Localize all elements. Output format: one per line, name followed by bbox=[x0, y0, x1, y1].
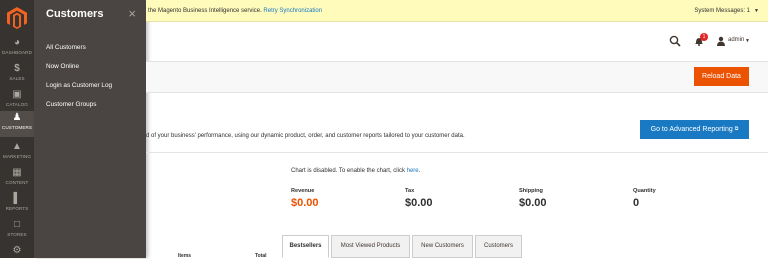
nav-item-reports[interactable]: ▌ REPORTS bbox=[0, 192, 34, 218]
bar-chart-icon: ▌ bbox=[13, 193, 21, 204]
notice-text: the Magento Business Intelligence servic… bbox=[148, 8, 262, 14]
layout-icon: ▦ bbox=[12, 167, 22, 178]
nav-item-customers[interactable]: ♟ CUSTOMERS bbox=[0, 111, 34, 137]
chevron-down-icon[interactable]: ▼ bbox=[754, 0, 759, 22]
notification-count-badge: 1 bbox=[700, 33, 708, 41]
nav-label: SALES bbox=[9, 76, 25, 81]
totals-value: $0.00 bbox=[291, 197, 319, 209]
tab-new-customers[interactable]: New Customers bbox=[412, 235, 473, 258]
totals-value: $0.00 bbox=[405, 197, 433, 209]
tab-most-viewed-products[interactable]: Most Viewed Products bbox=[331, 235, 410, 258]
page-actions-bar bbox=[146, 61, 768, 93]
submenu-item-now-online[interactable]: Now Online bbox=[46, 63, 79, 70]
search-icon[interactable] bbox=[669, 35, 681, 47]
admin-user-menu[interactable]: admin bbox=[728, 37, 744, 43]
totals-label: Tax bbox=[405, 188, 415, 194]
totals-label: Revenue bbox=[291, 188, 315, 194]
dollar-icon: $ bbox=[14, 63, 20, 74]
nav-label: CATALOG bbox=[6, 102, 28, 107]
totals-label: Quantity bbox=[633, 188, 656, 194]
advanced-reporting-label: Go to Advanced Reporting bbox=[650, 126, 733, 133]
advanced-reporting-description: d of your business' performance, using o… bbox=[146, 133, 465, 139]
submenu-item-login-as-customer-log[interactable]: Login as Customer Log bbox=[46, 82, 112, 89]
submenu-item-all-customers[interactable]: All Customers bbox=[46, 44, 86, 51]
nav-label: MARKETING bbox=[2, 154, 32, 159]
user-icon[interactable] bbox=[716, 36, 726, 46]
person-icon: ♟ bbox=[12, 112, 22, 123]
nav-item-system[interactable]: ⚙ bbox=[0, 244, 34, 258]
totals-value: $0.00 bbox=[519, 197, 547, 209]
chart-disabled-text: Chart is disabled. To enable the chart, … bbox=[291, 168, 405, 174]
totals-shipping: Shipping $0.00 bbox=[519, 188, 547, 209]
close-icon[interactable]: × bbox=[128, 6, 136, 21]
submenu-item-customer-groups[interactable]: Customer Groups bbox=[46, 101, 96, 108]
totals-tax: Tax $0.00 bbox=[405, 188, 433, 209]
nav-label: DASHBOARD bbox=[2, 50, 32, 55]
nav-label: CONTENT bbox=[5, 180, 29, 185]
megaphone-icon: ▲ bbox=[12, 141, 22, 152]
totals-quantity: Quantity 0 bbox=[633, 188, 656, 209]
nav-item-stores[interactable]: □ STORES bbox=[0, 218, 34, 244]
chart-disabled-period: . bbox=[418, 168, 421, 174]
nav-label: STORES bbox=[7, 232, 27, 237]
nav-item-marketing[interactable]: ▲ MARKETING bbox=[0, 140, 34, 166]
totals-value: 0 bbox=[633, 197, 640, 209]
tab-bestsellers[interactable]: Bestsellers bbox=[282, 235, 329, 258]
cube-icon: ▣ bbox=[12, 89, 22, 100]
totals-revenue: Revenue $0.00 bbox=[291, 188, 319, 209]
external-link-icon: ⧉ bbox=[734, 126, 739, 132]
column-header-total: Total bbox=[255, 253, 267, 259]
nav-label: CUSTOMERS bbox=[1, 125, 33, 130]
reload-data-button[interactable]: Reload Data bbox=[694, 67, 749, 86]
system-notice-bar: the Magento Business Intelligence servic… bbox=[146, 0, 768, 22]
submenu-title: Customers bbox=[46, 8, 104, 20]
store-icon: □ bbox=[13, 219, 21, 230]
section-divider bbox=[146, 152, 768, 153]
gear-icon: ⚙ bbox=[12, 245, 22, 256]
magento-logo-icon[interactable] bbox=[7, 7, 27, 29]
notice-message: the Magento Business Intelligence servic… bbox=[148, 0, 322, 22]
customers-submenu: Customers × All Customers Now Online Log… bbox=[34, 0, 146, 258]
nav-item-content[interactable]: ▦ CONTENT bbox=[0, 166, 34, 192]
nav-label: REPORTS bbox=[5, 206, 29, 211]
enable-chart-link[interactable]: here bbox=[407, 168, 419, 174]
tab-customers[interactable]: Customers bbox=[475, 235, 522, 258]
system-messages-toggle[interactable]: System Messages: 1 bbox=[694, 0, 750, 22]
admin-sidebar: ◕ DASHBOARD $ SALES ▣ CATALOG ♟ CUSTOMER… bbox=[0, 0, 34, 258]
chevron-down-icon[interactable]: ▼ bbox=[745, 38, 750, 44]
column-header-items: Items bbox=[178, 253, 192, 259]
totals-label: Shipping bbox=[519, 188, 543, 194]
nav-item-dashboard[interactable]: ◕ DASHBOARD bbox=[0, 36, 34, 62]
nav-item-sales[interactable]: $ SALES bbox=[0, 62, 34, 88]
advanced-reporting-button[interactable]: Go to Advanced Reporting ⧉ bbox=[640, 120, 749, 139]
retry-sync-link[interactable]: Retry Synchronization bbox=[263, 8, 322, 14]
chart-disabled-message: Chart is disabled. To enable the chart, … bbox=[291, 168, 420, 174]
dashboard-icon: ◕ bbox=[13, 37, 21, 48]
